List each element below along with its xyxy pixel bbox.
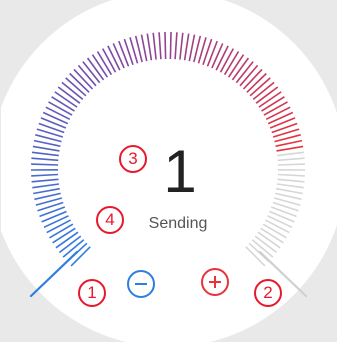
callout-3: 3	[119, 145, 147, 173]
status-label: Sending	[148, 215, 208, 232]
gauge-tick	[169, 31, 172, 60]
callout-2: 2	[254, 279, 282, 307]
gauge-tick	[164, 31, 167, 60]
decrement-button[interactable]	[127, 270, 155, 298]
app-screen: 1 Sending 1 2 3 4	[0, 0, 337, 342]
minus-icon	[135, 283, 147, 285]
plus-icon	[209, 276, 221, 288]
gauge-tick	[31, 163, 59, 166]
gauge-tick	[277, 163, 305, 166]
callout-4: 4	[96, 206, 124, 234]
counter-value: 1	[163, 138, 197, 205]
callout-1: 1	[78, 279, 106, 307]
increment-button[interactable]	[201, 268, 229, 296]
